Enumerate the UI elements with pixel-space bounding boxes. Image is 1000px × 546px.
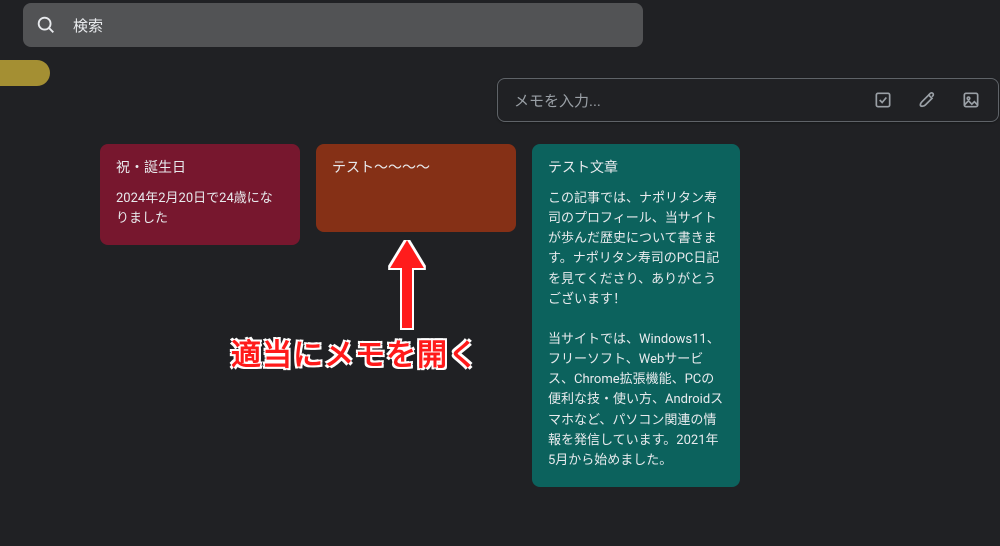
note-title: テスト文章 bbox=[548, 158, 724, 179]
note-title: テスト～～～～ bbox=[332, 158, 500, 179]
image-icon[interactable] bbox=[960, 89, 982, 111]
note-body: 2024年2月20日で24歳になりました bbox=[116, 189, 284, 229]
note-title: 祝・誕生日 bbox=[116, 158, 284, 179]
annotation-arrow bbox=[382, 240, 432, 339]
brush-icon[interactable] bbox=[916, 89, 938, 111]
note-card[interactable]: テスト～～～～ bbox=[316, 144, 516, 232]
sidebar-tab[interactable] bbox=[0, 60, 50, 86]
search-bar[interactable]: 検索 bbox=[23, 3, 643, 47]
annotation-text: 適当にメモを開く bbox=[231, 330, 479, 374]
note-input-bar[interactable]: メモを入力... bbox=[497, 78, 999, 122]
search-placeholder: 検索 bbox=[73, 15, 103, 36]
input-icons-group bbox=[872, 89, 982, 111]
note-card[interactable]: テスト文章 この記事では、ナポリタン寿司のプロフィール、当サイトが歩んだ歴史につ… bbox=[532, 144, 740, 487]
checkbox-icon[interactable] bbox=[872, 89, 894, 111]
search-icon bbox=[35, 14, 57, 36]
note-card[interactable]: 祝・誕生日 2024年2月20日で24歳になりました bbox=[100, 144, 300, 245]
note-body: この記事では、ナポリタン寿司のプロフィール、当サイトが歩んだ歴史について書きます… bbox=[548, 189, 724, 471]
note-input-placeholder: メモを入力... bbox=[514, 90, 872, 111]
